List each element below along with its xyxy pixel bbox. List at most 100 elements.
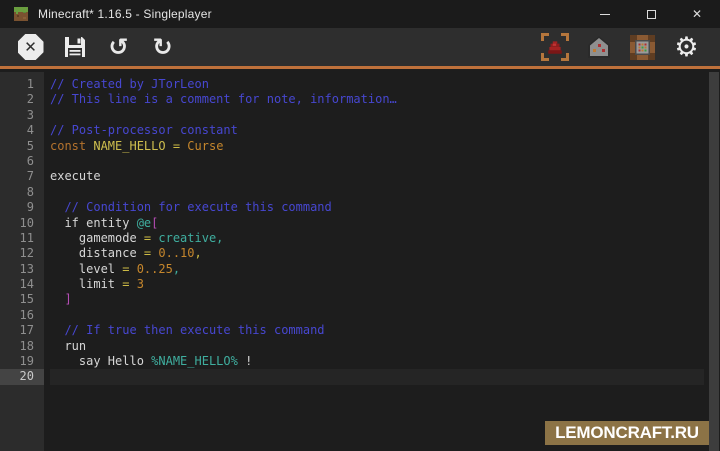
code-line[interactable]: // If true then execute this command	[50, 323, 704, 338]
line-number: 3	[0, 108, 44, 123]
code-token: !	[238, 354, 252, 368]
scrollbar-thumb[interactable]	[709, 72, 719, 451]
line-number: 1	[0, 77, 44, 92]
line-number: 14	[0, 277, 44, 292]
code-token: limit	[50, 277, 122, 291]
line-number: 8	[0, 185, 44, 200]
code-line[interactable]	[50, 154, 704, 169]
close-icon: ✕	[692, 8, 702, 20]
vertical-scrollbar	[709, 72, 719, 451]
code-line[interactable]: // This line is a comment for note, info…	[50, 92, 704, 107]
redo-button[interactable]: ↻	[144, 29, 181, 65]
code-token: // If true then execute this command	[50, 323, 325, 337]
code-token: run	[50, 339, 86, 353]
line-number: 19	[0, 354, 44, 369]
line-number: 17	[0, 323, 44, 338]
line-number: 13	[0, 262, 44, 277]
window-controls: ✕	[582, 0, 720, 28]
grass-block-icon	[13, 6, 29, 22]
code-line[interactable]: level = 0..25,	[50, 262, 704, 277]
line-number: 10	[0, 216, 44, 231]
code-line[interactable]: gamemode = creative,	[50, 231, 704, 246]
line-number: 5	[0, 139, 44, 154]
line-number: 4	[0, 123, 44, 138]
code-token: gamemode	[50, 231, 144, 245]
settings-button[interactable]: ⚙	[668, 29, 705, 65]
minimize-button[interactable]	[582, 0, 628, 28]
code-token: say Hello	[50, 354, 151, 368]
code-token: if entity	[50, 216, 137, 230]
line-number: 12	[0, 246, 44, 261]
code-line[interactable]	[50, 308, 704, 323]
save-icon	[62, 34, 88, 60]
code-line[interactable]	[50, 369, 704, 384]
code-token: NAME_HELLO	[93, 139, 172, 153]
save-button[interactable]	[56, 29, 93, 65]
code-token: =	[173, 139, 187, 153]
code-line[interactable]: if entity @e[	[50, 216, 704, 231]
line-number: 6	[0, 154, 44, 169]
code-line[interactable]: run	[50, 339, 704, 354]
close-file-button[interactable]: ✕	[12, 29, 49, 65]
gutter: 1234567891011121314151617181920	[0, 72, 44, 451]
redstone-target-button[interactable]	[536, 29, 573, 65]
code-token: Curse	[187, 139, 223, 153]
code-token: @e	[137, 216, 151, 230]
close-file-icon: ✕	[18, 34, 44, 60]
toolbar-right-group: ⚙	[536, 29, 705, 65]
code-token: // Post-processor constant	[50, 123, 238, 137]
code-line[interactable]: // Post-processor constant	[50, 123, 704, 138]
code-token: 0..10	[158, 246, 194, 260]
line-number: 16	[0, 308, 44, 323]
code-token: [	[151, 216, 158, 230]
code-token: =	[144, 246, 158, 260]
titlebar: Minecraft* 1.16.5 - Singleplayer ✕	[0, 0, 720, 28]
code-token: // Condition for execute this command	[50, 200, 332, 214]
code-line[interactable]	[50, 108, 704, 123]
redo-icon: ↻	[152, 35, 172, 59]
code-token: ,	[173, 262, 180, 276]
line-number: 11	[0, 231, 44, 246]
command-block-icon	[629, 34, 656, 61]
settings-gear-icon: ⚙	[674, 34, 698, 61]
code-line[interactable]: // Condition for execute this command	[50, 200, 704, 215]
code-token: ,	[195, 246, 202, 260]
code-token: creative,	[158, 231, 223, 245]
code-line[interactable]: ]	[50, 292, 704, 307]
maximize-icon	[647, 10, 656, 19]
code-token: const	[50, 139, 93, 153]
line-number: 15	[0, 292, 44, 307]
code-token: execute	[50, 169, 101, 183]
line-number: 9	[0, 200, 44, 215]
code-line[interactable]: execute	[50, 169, 704, 184]
code-token: // Created by JTorLeon	[50, 77, 209, 91]
code-line[interactable]: // Created by JTorLeon	[50, 77, 704, 92]
code-token: %NAME_HELLO%	[151, 354, 238, 368]
redstone-target-icon	[541, 33, 569, 61]
code-line[interactable]: const NAME_HELLO = Curse	[50, 139, 704, 154]
toolbar-left-group: ✕ ↺ ↻	[12, 29, 181, 65]
home-icon	[586, 34, 612, 60]
code-token: ]	[50, 292, 72, 306]
code-editor: 1234567891011121314151617181920 // Creat…	[0, 72, 720, 451]
undo-button[interactable]: ↺	[100, 29, 137, 65]
home-button[interactable]	[580, 29, 617, 65]
code-token: distance	[50, 246, 144, 260]
code-line[interactable]: say Hello %NAME_HELLO% !	[50, 354, 704, 369]
code-line[interactable]	[50, 185, 704, 200]
code-token: 3	[137, 277, 144, 291]
code-token: // This line is a comment for note, info…	[50, 92, 397, 106]
code-line[interactable]: distance = 0..10,	[50, 246, 704, 261]
line-number: 7	[0, 169, 44, 184]
close-button[interactable]: ✕	[674, 0, 720, 28]
line-number: 20	[0, 369, 44, 384]
command-block-button[interactable]	[624, 29, 661, 65]
code-area[interactable]: // Created by JTorLeon// This line is a …	[44, 72, 704, 451]
code-token: =	[122, 277, 136, 291]
code-token: =	[144, 231, 158, 245]
window-title: Minecraft* 1.16.5 - Singleplayer	[38, 7, 212, 21]
code-line[interactable]: limit = 3	[50, 277, 704, 292]
maximize-button[interactable]	[628, 0, 674, 28]
code-token: =	[122, 262, 136, 276]
code-token: level	[50, 262, 122, 276]
